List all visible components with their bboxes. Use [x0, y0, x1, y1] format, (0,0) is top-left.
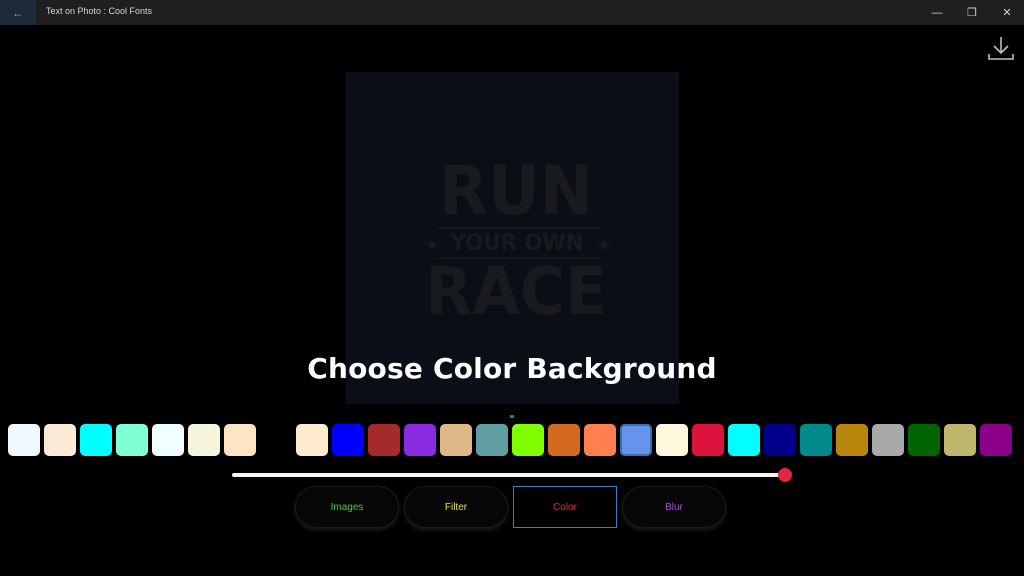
color-swatch[interactable]	[188, 424, 220, 456]
color-swatch[interactable]	[764, 424, 796, 456]
color-swatch[interactable]	[872, 424, 904, 456]
tab-blur-label: Blur	[665, 501, 683, 513]
color-swatch[interactable]	[476, 424, 508, 456]
close-button[interactable]: ✕	[990, 0, 1024, 25]
close-icon: ✕	[1002, 7, 1012, 19]
color-swatch[interactable]	[404, 424, 436, 456]
download-button[interactable]	[984, 32, 1018, 66]
color-palette	[0, 420, 1024, 460]
color-swatch[interactable]	[584, 424, 616, 456]
opacity-slider-track[interactable]	[232, 473, 785, 477]
color-swatch[interactable]	[692, 424, 724, 456]
color-swatch[interactable]	[116, 424, 148, 456]
tab-color-label: Color	[553, 501, 577, 513]
color-swatch[interactable]	[80, 424, 112, 456]
minimize-icon: —	[931, 6, 943, 19]
color-swatch[interactable]	[44, 424, 76, 456]
color-swatch[interactable]	[8, 424, 40, 456]
download-icon	[988, 37, 1014, 60]
color-swatch[interactable]	[512, 424, 544, 456]
poster-star-left-icon: ★	[425, 235, 439, 254]
restore-icon: ❐	[967, 7, 977, 19]
tab-images[interactable]: Images	[295, 486, 399, 528]
color-swatch[interactable]	[908, 424, 940, 456]
minimize-button[interactable]: —	[920, 0, 954, 25]
app-title: Text on Photo : Cool Fonts	[46, 6, 153, 16]
tab-filter-label: Filter	[444, 501, 468, 513]
color-swatch[interactable]	[656, 424, 688, 456]
tab-filter[interactable]: Filter	[404, 486, 508, 528]
color-swatch[interactable]	[800, 424, 832, 456]
color-swatch[interactable]	[944, 424, 976, 456]
tab-color[interactable]: Color	[513, 486, 617, 528]
title-bar: ← Text on Photo : Cool Fonts — ❐ ✕	[0, 0, 1024, 25]
color-swatch[interactable]	[440, 424, 472, 456]
color-swatch[interactable]	[836, 424, 868, 456]
color-swatch[interactable]	[548, 424, 580, 456]
color-swatch[interactable]	[152, 424, 184, 456]
color-swatch[interactable]	[620, 424, 652, 456]
tab-blur[interactable]: Blur	[622, 486, 726, 528]
color-swatch[interactable]	[296, 424, 328, 456]
scroll-indicator	[510, 415, 514, 418]
poster-star-right-icon: ★	[597, 235, 611, 254]
opacity-slider-thumb[interactable]	[778, 468, 792, 482]
tab-images-label: Images	[330, 501, 364, 513]
poster-line-race: RACE	[425, 253, 607, 330]
section-heading: Choose Color Background	[307, 352, 717, 385]
back-button[interactable]: ←	[0, 0, 36, 25]
color-swatch[interactable]	[980, 424, 1012, 456]
color-swatch[interactable]	[332, 424, 364, 456]
restore-button[interactable]: ❐	[955, 0, 989, 25]
color-swatch[interactable]	[260, 424, 292, 456]
color-swatch[interactable]	[368, 424, 400, 456]
color-swatch[interactable]	[224, 424, 256, 456]
color-swatch[interactable]	[728, 424, 760, 456]
poster-line-run: RUN	[439, 152, 593, 231]
back-arrow-icon: ←	[12, 5, 24, 20]
